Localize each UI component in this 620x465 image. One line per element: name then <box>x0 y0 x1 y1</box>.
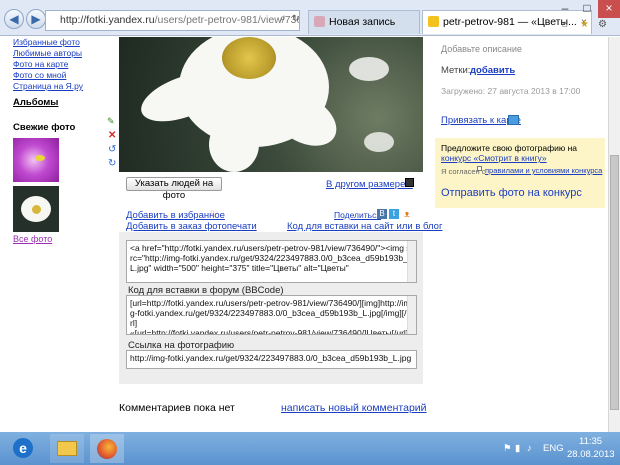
no-comments-text: Комментариев пока нет <box>119 402 235 414</box>
thumbnail-center <box>32 205 41 214</box>
add-tags-link[interactable]: добавить <box>470 65 515 76</box>
twitter-share-icon[interactable]: t <box>389 209 399 219</box>
textarea-scrollbar[interactable] <box>407 296 416 334</box>
firefox-taskbar-button[interactable] <box>90 434 124 463</box>
sidebar: Избранные фото Любимые авторы Фото на ка… <box>13 37 103 92</box>
page-scrollbar[interactable] <box>608 37 620 432</box>
sidebar-link-favorites[interactable]: Избранные фото <box>13 37 103 48</box>
vk-share-icon[interactable]: B <box>377 209 387 219</box>
clock-time[interactable]: 11:35 <box>579 436 602 447</box>
write-comment-link[interactable]: написать новый комментарий <box>281 402 427 414</box>
map-icon[interactable] <box>508 115 519 125</box>
sidebar-link-authors[interactable]: Любимые авторы <box>13 48 103 59</box>
tab-new-post[interactable]: Новая запись <box>308 10 420 34</box>
url-path: /users/petr-petrov-981/view/736490/?page… <box>154 14 300 26</box>
address-bar[interactable]: http://fotki.yandex.ru/users/petr-petrov… <box>45 10 300 31</box>
fresh-photos-heading: Свежие фото <box>13 122 76 133</box>
forward-button[interactable]: ▶ <box>26 9 46 29</box>
maximize-button[interactable]: □ <box>576 0 598 18</box>
forum-code-text: [url=http://fotki.yandex.ru/users/petr-p… <box>130 298 413 335</box>
tags-label: Метки: <box>441 65 471 76</box>
add-print-order-link[interactable]: Добавить в заказ фотопечати <box>126 221 257 232</box>
back-button[interactable]: ◀ <box>4 9 24 29</box>
thumbnail-purple[interactable] <box>13 138 59 182</box>
thumbnail-insect <box>35 155 45 161</box>
all-photos-link[interactable]: Все фото <box>13 234 52 244</box>
fullscreen-icon[interactable] <box>405 178 414 187</box>
add-description-text[interactable]: Добавьте описание <box>441 44 522 54</box>
tag-people-button[interactable]: Указать людей на фото <box>126 177 222 201</box>
home-icon[interactable]: ⌂ <box>562 19 568 30</box>
html-code-text: <a href="http://fotki.yandex.ru/users/pe… <box>130 243 411 273</box>
send-contest-button[interactable]: Отправить фото на конкурс <box>441 187 582 199</box>
rotate-left-icon[interactable]: ↺ <box>108 144 116 155</box>
heart-icon: ♡ <box>210 209 219 219</box>
explorer-taskbar-button[interactable] <box>50 434 84 463</box>
url-host: http://fotki.yandex.ru <box>60 14 155 26</box>
favorites-star-icon[interactable]: ★ <box>580 19 589 30</box>
tray-flag-icon[interactable]: ⚑ <box>503 443 512 454</box>
tray-volume-icon[interactable]: ♪ <box>527 443 532 454</box>
html-code-textarea[interactable]: <a href="http://fotki.yandex.ru/users/pe… <box>126 240 417 283</box>
main-photo[interactable] <box>119 37 423 172</box>
clock-date[interactable]: 28.08.2013 <box>567 449 615 460</box>
photo-link-input[interactable]: http://img-fotki.yandex.ru/get/9324/2234… <box>126 350 417 369</box>
contest-box: Предложите свою фотографию на конкурс «С… <box>435 138 605 208</box>
tab-label: Новая запись <box>329 16 396 28</box>
edit-pencil-icon[interactable]: ✎ <box>107 116 115 127</box>
agree-rules-link[interactable]: правилами и условиями конкурса <box>485 167 605 175</box>
language-indicator[interactable]: ENG <box>543 443 564 454</box>
other-size-link[interactable]: В другом размере ▾ <box>326 179 413 190</box>
share-link[interactable]: Поделиться <box>334 210 381 220</box>
tab-favicon <box>428 16 439 27</box>
taskbar: ⊞ e ⚑ ▮ ♪ ENG 11:35 28.08.2013 <box>0 432 620 465</box>
refresh-icon[interactable]: ↻ <box>292 13 300 24</box>
contest-link[interactable]: конкурс «Смотрит в книгу» <box>441 153 547 163</box>
albums-heading[interactable]: Альбомы <box>13 97 58 108</box>
page-content: Избранные фото Любимые авторы Фото на ка… <box>0 37 608 432</box>
browser-toolbar: ◀ ▶ http://fotki.yandex.ru/users/petr-pe… <box>0 0 620 36</box>
uploaded-date-text: Загружено: 27 августа 2013 в 17:00 <box>441 86 581 96</box>
tray-network-icon[interactable]: ▮ <box>515 443 520 454</box>
tab-favicon <box>314 16 325 27</box>
small-flower <box>349 57 389 81</box>
embed-code-link[interactable]: Код для вставки на сайт или в блог <box>287 221 442 232</box>
close-window-button[interactable]: × <box>598 0 620 18</box>
forum-code-textarea[interactable]: [url=http://fotki.yandex.ru/users/petr-p… <box>126 295 417 335</box>
sidebar-link-yaru[interactable]: Страница на Я.ру <box>13 81 103 92</box>
small-flower <box>364 132 394 152</box>
contest-text: Предложите свою фотографию на <box>441 143 577 153</box>
search-icon[interactable]: ⌕ <box>280 13 286 24</box>
delete-icon[interactable]: ✕ <box>108 130 116 141</box>
scrollbar-thumb[interactable] <box>610 155 619 410</box>
thumbnail-daisy[interactable] <box>13 186 59 232</box>
agree-checkbox[interactable] <box>477 166 482 171</box>
firefox-icon <box>97 439 117 459</box>
settings-gear-icon[interactable]: ⚙ <box>598 19 607 30</box>
ok-share-icon[interactable]: ᴥ <box>402 209 412 219</box>
ie-icon[interactable]: e <box>13 438 33 458</box>
folder-icon <box>57 441 77 456</box>
rotate-right-icon[interactable]: ↻ <box>108 158 116 169</box>
sidebar-link-map[interactable]: Фото на карте <box>13 59 103 70</box>
textarea-scrollbar[interactable] <box>407 241 416 282</box>
photo-link-text: http://img-fotki.yandex.ru/get/9324/2234… <box>130 353 412 363</box>
minimize-button[interactable]: – <box>554 0 576 18</box>
sidebar-link-with-me[interactable]: Фото со мной <box>13 70 103 81</box>
flower-petal <box>209 117 259 172</box>
flower-center <box>222 37 276 79</box>
